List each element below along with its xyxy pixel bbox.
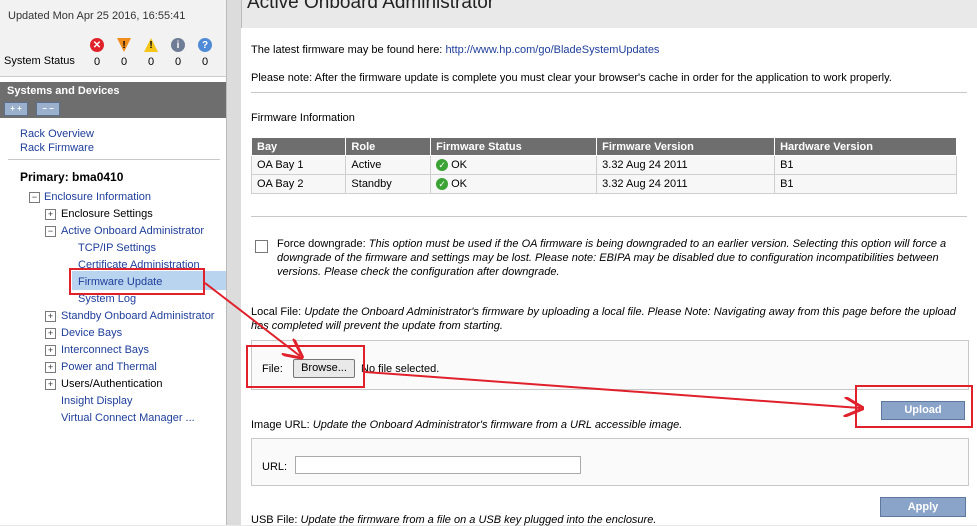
arrow-to-browse: [204, 282, 300, 356]
arrow-to-upload: [364, 371, 860, 408]
annotation-arrows: [204, 282, 977, 525]
